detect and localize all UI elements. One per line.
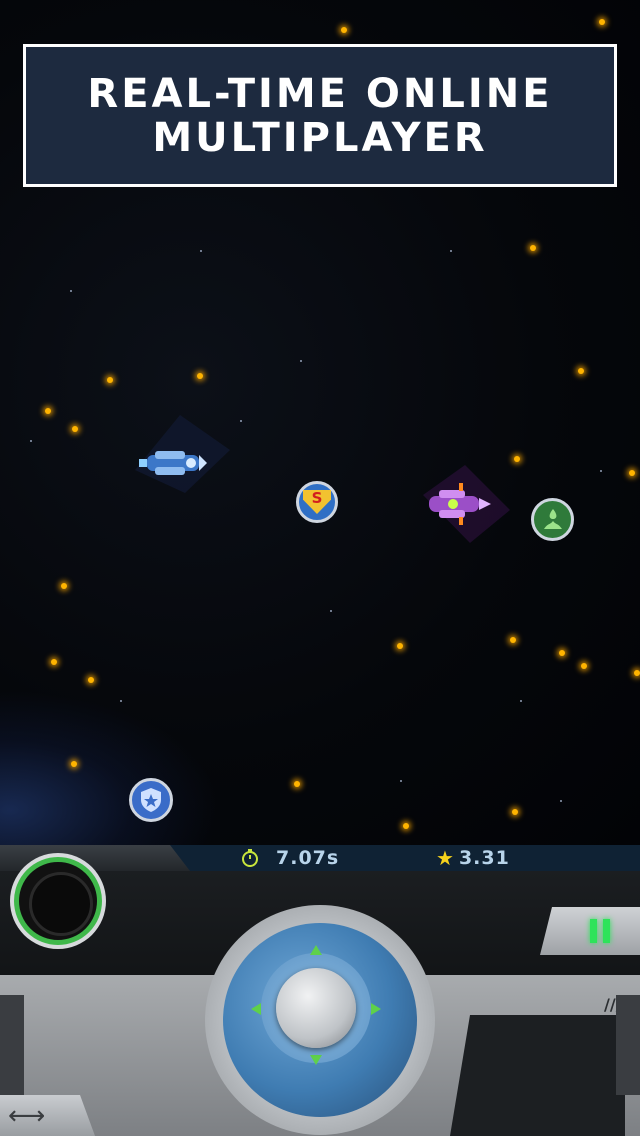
- right-rail: [616, 995, 640, 1095]
- energy-orb: [510, 637, 516, 643]
- star-stat: ★ 3.31: [436, 846, 510, 870]
- cockpit-hud: 7.07s ★ 3.31 /// ⟷: [0, 845, 640, 1136]
- energy-orb: [578, 368, 584, 374]
- energy-orb: [634, 670, 640, 676]
- shield-powerup-icon: [129, 778, 173, 822]
- flame-powerup-icon: [531, 498, 574, 541]
- pause-button[interactable]: [540, 907, 640, 955]
- energy-orb: [71, 761, 77, 767]
- timer-stat: 7.07s: [240, 847, 339, 869]
- joystick-well: [223, 923, 417, 1117]
- energy-orb: [403, 823, 409, 829]
- nebula: [0, 690, 220, 845]
- energy-orb: [629, 470, 635, 476]
- energy-orb: [72, 426, 78, 432]
- energy-orb: [294, 781, 300, 787]
- pause-icon: [590, 919, 597, 943]
- star-icon: ★: [436, 846, 455, 870]
- stopwatch-icon: [242, 849, 258, 867]
- pause-icon-bar: [603, 919, 610, 943]
- star-value: 3.31: [458, 847, 510, 869]
- energy-orb: [514, 456, 520, 462]
- energy-orb: [581, 663, 587, 669]
- energy-orb: [197, 373, 203, 379]
- energy-orb: [51, 659, 57, 665]
- energy-orb: [512, 809, 518, 815]
- energy-orb: [88, 677, 94, 683]
- energy-orb: [107, 377, 113, 383]
- joystick-knob[interactable]: [276, 968, 356, 1048]
- energy-orb: [45, 408, 51, 414]
- banner-line-2: MULTIPLAYER: [152, 114, 488, 161]
- energy-orb: [559, 650, 565, 656]
- player-spaceship: [135, 415, 230, 493]
- timer-value: 7.07s: [276, 847, 340, 869]
- energy-orb: [530, 245, 536, 251]
- fire-button[interactable]: [14, 857, 102, 945]
- super-powerup-icon: S: [296, 481, 338, 523]
- powerup-s-label: S: [303, 490, 331, 514]
- energy-orb: [341, 27, 347, 33]
- energy-orb: [61, 583, 67, 589]
- left-rail: [0, 995, 24, 1095]
- fire-button-core: [29, 872, 93, 936]
- banner-line-1: REAL-TIME ONLINE: [87, 70, 553, 117]
- energy-orb: [397, 643, 403, 649]
- feature-banner: REAL-TIME ONLINE MULTIPLAYER: [23, 44, 617, 187]
- energy-orb: [599, 19, 605, 25]
- swap-arrows-icon[interactable]: ⟷: [0, 1095, 95, 1136]
- opponent-spaceship: [423, 465, 510, 543]
- lower-right-panel: [450, 1015, 625, 1136]
- joystick[interactable]: [205, 905, 435, 1135]
